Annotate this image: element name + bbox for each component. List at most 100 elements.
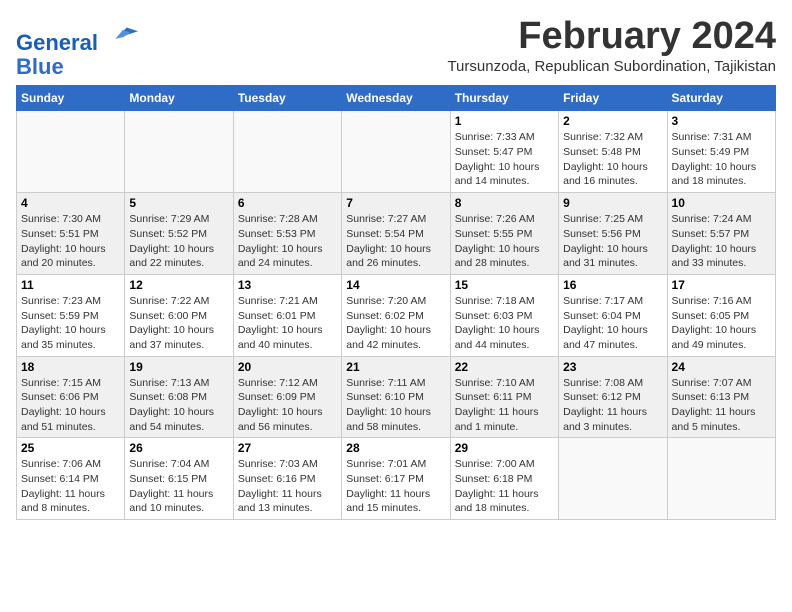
- calendar-day-14: 14 Sunrise: 7:20 AM Sunset: 6:02 PM Dayli…: [342, 274, 450, 356]
- calendar-day-12: 12 Sunrise: 7:22 AM Sunset: 6:00 PM Dayli…: [125, 274, 233, 356]
- day-info: Sunrise: 7:20 AM Sunset: 6:02 PM Dayligh…: [346, 294, 445, 353]
- logo-general: General: [16, 30, 98, 55]
- calendar-day-22: 22 Sunrise: 7:10 AM Sunset: 6:11 PM Dayli…: [450, 356, 558, 438]
- weekday-header-sunday: Sunday: [17, 86, 125, 111]
- calendar-day-7: 7Sunrise: 7:27 AM Sunset: 5:54 PM Daylig…: [342, 193, 450, 275]
- calendar-day-9: 9 Sunrise: 7:25 AM Sunset: 5:56 PM Daylig…: [559, 193, 667, 275]
- day-info: Sunrise: 7:26 AM Sunset: 5:55 PM Dayligh…: [455, 212, 554, 271]
- calendar-day-6: 6 Sunrise: 7:28 AM Sunset: 5:53 PM Daylig…: [233, 193, 341, 275]
- calendar-day-2: 2 Sunrise: 7:32 AM Sunset: 5:48 PM Daylig…: [559, 111, 667, 193]
- day-number: 22: [455, 360, 554, 374]
- day-info: Sunrise: 7:01 AM Sunset: 6:17 PM Dayligh…: [346, 457, 445, 516]
- day-number: 1: [455, 114, 554, 128]
- calendar-empty-cell: [233, 111, 341, 193]
- calendar-day-16: 16 Sunrise: 7:17 AM Sunset: 6:04 PM Dayli…: [559, 274, 667, 356]
- day-info: Sunrise: 7:06 AM Sunset: 6:14 PM Dayligh…: [21, 457, 120, 516]
- day-number: 23: [563, 360, 662, 374]
- calendar-day-26: 26 Sunrise: 7:04 AM Sunset: 6:15 PM Dayli…: [125, 438, 233, 520]
- calendar-day-29: 29 Sunrise: 7:00 AM Sunset: 6:18 PM Dayli…: [450, 438, 558, 520]
- day-number: 25: [21, 441, 120, 455]
- day-info: Sunrise: 7:15 AM Sunset: 6:06 PM Dayligh…: [21, 376, 120, 435]
- weekday-header-thursday: Thursday: [450, 86, 558, 111]
- calendar-table: SundayMondayTuesdayWednesdayThursdayFrid…: [16, 85, 776, 520]
- day-info: Sunrise: 7:28 AM Sunset: 5:53 PM Dayligh…: [238, 212, 337, 271]
- day-info: Sunrise: 7:10 AM Sunset: 6:11 PM Dayligh…: [455, 376, 554, 435]
- day-number: 20: [238, 360, 337, 374]
- day-info: Sunrise: 7:16 AM Sunset: 6:05 PM Dayligh…: [672, 294, 771, 353]
- day-number: 8: [455, 196, 554, 210]
- day-number: 26: [129, 441, 228, 455]
- calendar-day-17: 17 Sunrise: 7:16 AM Sunset: 6:05 PM Dayli…: [667, 274, 775, 356]
- calendar-week-row: 25 Sunrise: 7:06 AM Sunset: 6:14 PM Dayli…: [17, 438, 776, 520]
- day-number: 12: [129, 278, 228, 292]
- logo: General Blue: [16, 20, 138, 79]
- day-number: 2: [563, 114, 662, 128]
- calendar-day-15: 15 Sunrise: 7:18 AM Sunset: 6:03 PM Dayli…: [450, 274, 558, 356]
- day-info: Sunrise: 7:11 AM Sunset: 6:10 PM Dayligh…: [346, 376, 445, 435]
- day-number: 13: [238, 278, 337, 292]
- calendar-day-20: 20 Sunrise: 7:12 AM Sunset: 6:09 PM Dayli…: [233, 356, 341, 438]
- day-number: 29: [455, 441, 554, 455]
- day-info: Sunrise: 7:17 AM Sunset: 6:04 PM Dayligh…: [563, 294, 662, 353]
- day-info: Sunrise: 7:23 AM Sunset: 5:59 PM Dayligh…: [21, 294, 120, 353]
- day-info: Sunrise: 7:32 AM Sunset: 5:48 PM Dayligh…: [563, 130, 662, 189]
- weekday-header-saturday: Saturday: [667, 86, 775, 111]
- day-info: Sunrise: 7:30 AM Sunset: 5:51 PM Dayligh…: [21, 212, 120, 271]
- day-info: Sunrise: 7:00 AM Sunset: 6:18 PM Dayligh…: [455, 457, 554, 516]
- day-info: Sunrise: 7:08 AM Sunset: 6:12 PM Dayligh…: [563, 376, 662, 435]
- day-info: Sunrise: 7:04 AM Sunset: 6:15 PM Dayligh…: [129, 457, 228, 516]
- calendar-empty-cell: [559, 438, 667, 520]
- weekday-header-friday: Friday: [559, 86, 667, 111]
- calendar-day-27: 27 Sunrise: 7:03 AM Sunset: 6:16 PM Dayli…: [233, 438, 341, 520]
- day-info: Sunrise: 7:22 AM Sunset: 6:00 PM Dayligh…: [129, 294, 228, 353]
- header: General Blue February 2024 Tursunzoda, R…: [16, 16, 776, 79]
- calendar-day-19: 19Sunrise: 7:13 AM Sunset: 6:08 PM Dayli…: [125, 356, 233, 438]
- day-number: 10: [672, 196, 771, 210]
- day-number: 5: [129, 196, 228, 210]
- day-info: Sunrise: 7:25 AM Sunset: 5:56 PM Dayligh…: [563, 212, 662, 271]
- calendar-week-row: 11Sunrise: 7:23 AM Sunset: 5:59 PM Dayli…: [17, 274, 776, 356]
- month-title: February 2024: [447, 16, 776, 58]
- logo-bird-icon: [108, 20, 138, 50]
- title-area: February 2024 Tursunzoda, Republican Sub…: [447, 16, 776, 75]
- day-info: Sunrise: 7:13 AM Sunset: 6:08 PM Dayligh…: [129, 376, 228, 435]
- calendar-week-row: 1 Sunrise: 7:33 AM Sunset: 5:47 PM Daylig…: [17, 111, 776, 193]
- weekday-header-tuesday: Tuesday: [233, 86, 341, 111]
- weekday-header-wednesday: Wednesday: [342, 86, 450, 111]
- day-info: Sunrise: 7:21 AM Sunset: 6:01 PM Dayligh…: [238, 294, 337, 353]
- calendar-day-11: 11Sunrise: 7:23 AM Sunset: 5:59 PM Dayli…: [17, 274, 125, 356]
- calendar-day-3: 3Sunrise: 7:31 AM Sunset: 5:49 PM Daylig…: [667, 111, 775, 193]
- calendar-day-18: 18 Sunrise: 7:15 AM Sunset: 6:06 PM Dayli…: [17, 356, 125, 438]
- day-number: 16: [563, 278, 662, 292]
- calendar-day-10: 10Sunrise: 7:24 AM Sunset: 5:57 PM Dayli…: [667, 193, 775, 275]
- day-number: 27: [238, 441, 337, 455]
- day-info: Sunrise: 7:07 AM Sunset: 6:13 PM Dayligh…: [672, 376, 771, 435]
- day-number: 28: [346, 441, 445, 455]
- day-number: 4: [21, 196, 120, 210]
- day-number: 15: [455, 278, 554, 292]
- calendar-day-13: 13 Sunrise: 7:21 AM Sunset: 6:01 PM Dayli…: [233, 274, 341, 356]
- weekday-header-monday: Monday: [125, 86, 233, 111]
- day-info: Sunrise: 7:33 AM Sunset: 5:47 PM Dayligh…: [455, 130, 554, 189]
- day-number: 6: [238, 196, 337, 210]
- day-number: 7: [346, 196, 445, 210]
- calendar-empty-cell: [667, 438, 775, 520]
- day-info: Sunrise: 7:12 AM Sunset: 6:09 PM Dayligh…: [238, 376, 337, 435]
- day-info: Sunrise: 7:18 AM Sunset: 6:03 PM Dayligh…: [455, 294, 554, 353]
- calendar-day-24: 24 Sunrise: 7:07 AM Sunset: 6:13 PM Dayli…: [667, 356, 775, 438]
- calendar-day-25: 25 Sunrise: 7:06 AM Sunset: 6:14 PM Dayli…: [17, 438, 125, 520]
- day-number: 24: [672, 360, 771, 374]
- calendar-week-row: 18 Sunrise: 7:15 AM Sunset: 6:06 PM Dayli…: [17, 356, 776, 438]
- day-info: Sunrise: 7:03 AM Sunset: 6:16 PM Dayligh…: [238, 457, 337, 516]
- day-number: 18: [21, 360, 120, 374]
- day-info: Sunrise: 7:29 AM Sunset: 5:52 PM Dayligh…: [129, 212, 228, 271]
- calendar-day-23: 23 Sunrise: 7:08 AM Sunset: 6:12 PM Dayli…: [559, 356, 667, 438]
- calendar-empty-cell: [17, 111, 125, 193]
- day-number: 14: [346, 278, 445, 292]
- day-info: Sunrise: 7:31 AM Sunset: 5:49 PM Dayligh…: [672, 130, 771, 189]
- day-number: 9: [563, 196, 662, 210]
- day-number: 21: [346, 360, 445, 374]
- calendar-day-8: 8 Sunrise: 7:26 AM Sunset: 5:55 PM Daylig…: [450, 193, 558, 275]
- location-title: Tursunzoda, Republican Subordination, Ta…: [447, 58, 776, 75]
- day-number: 17: [672, 278, 771, 292]
